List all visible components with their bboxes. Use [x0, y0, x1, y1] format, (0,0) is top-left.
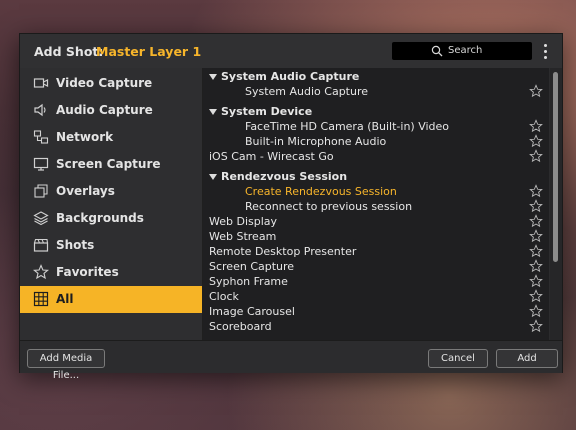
speaker-icon: [34, 103, 46, 117]
list-item[interactable]: Create Rendezvous Session: [203, 184, 549, 200]
favorite-star-icon[interactable]: [529, 184, 543, 198]
network-icon: [33, 130, 49, 144]
sidebar-item-label: Video Capture: [56, 76, 153, 90]
list-item[interactable]: Built-in Microphone Audio: [203, 134, 549, 150]
list-item-label: Web Display: [209, 215, 278, 228]
grid-icon: [33, 291, 49, 307]
list-item[interactable]: Remote Desktop Presenter: [203, 244, 549, 260]
list-item-label: Clock: [209, 290, 239, 303]
sidebar-item-label: Audio Capture: [56, 103, 153, 117]
favorite-star-icon[interactable]: [529, 199, 543, 213]
list-item[interactable]: Scoreboard: [203, 319, 549, 335]
sidebar-item-overlays[interactable]: Overlays: [20, 178, 202, 205]
sidebar-item-all[interactable]: All: [20, 286, 202, 313]
list-item[interactable]: System Audio Capture: [203, 84, 549, 100]
monitor-icon: [33, 157, 49, 171]
sidebar-item-audio-capture[interactable]: Audio Capture: [20, 97, 202, 124]
category-sidebar: Video Capture Audio Capture Network Screen …: [20, 68, 203, 340]
favorite-star-icon[interactable]: [529, 214, 543, 228]
add-media-file-button[interactable]: Add Media File...: [27, 349, 105, 381]
source-list: System Audio Capture System Audio Capture…: [203, 68, 549, 340]
list-item[interactable]: iOS Cam - Wirecast Go: [203, 149, 549, 165]
sidebar-item-backgrounds[interactable]: Backgrounds: [20, 205, 202, 232]
sidebar-item-label: Backgrounds: [56, 211, 144, 225]
group-header-label: System Audio Capture: [221, 70, 360, 83]
star-icon: [33, 264, 49, 280]
list-item[interactable]: Syphon Frame: [203, 274, 549, 290]
sidebar-item-network[interactable]: Network: [20, 124, 202, 151]
scrollbar-thumb[interactable]: [553, 72, 558, 262]
sidebar-item-label: Screen Capture: [56, 157, 161, 171]
list-item[interactable]: Image Carousel: [203, 304, 549, 320]
sidebar-item-favorites[interactable]: Favorites: [20, 259, 202, 286]
list-item[interactable]: Web Stream: [203, 229, 549, 245]
list-item-label: System Audio Capture: [245, 85, 369, 98]
sidebar-item-screen-capture[interactable]: Screen Capture: [20, 151, 202, 178]
search-field[interactable]: Search: [392, 42, 532, 60]
add-button[interactable]: Add: [496, 349, 558, 368]
list-item[interactable]: Web Display: [203, 214, 549, 230]
list-item-label: Syphon Frame: [209, 275, 288, 288]
disclosure-triangle-icon[interactable]: [209, 109, 217, 115]
list-item-label: Screen Capture: [209, 260, 295, 273]
more-options-icon[interactable]: [542, 44, 550, 60]
disclosure-triangle-icon[interactable]: [209, 74, 217, 80]
disclosure-triangle-icon[interactable]: [209, 174, 217, 180]
video-camera-icon: [33, 78, 49, 88]
sidebar-item-label: Shots: [56, 238, 95, 252]
list-item-label: Image Carousel: [209, 305, 295, 318]
layer-name[interactable]: Master Layer 1: [96, 44, 201, 59]
group-header[interactable]: Rendezvous Session: [203, 170, 549, 185]
overlays-icon: [34, 184, 48, 198]
favorite-star-icon[interactable]: [529, 134, 543, 148]
sidebar-item-label: Overlays: [56, 184, 115, 198]
favorite-star-icon[interactable]: [529, 119, 543, 133]
list-item-label: FaceTime HD Camera (Built-in) Video: [245, 120, 450, 133]
list-item-label: Scoreboard: [209, 320, 272, 333]
favorite-star-icon[interactable]: [529, 84, 543, 98]
favorite-star-icon[interactable]: [529, 304, 543, 318]
search-icon: [431, 45, 443, 57]
list-item[interactable]: Screen Capture: [203, 259, 549, 275]
group-header[interactable]: System Audio Capture: [203, 70, 549, 85]
sidebar-item-video-capture[interactable]: Video Capture: [20, 70, 202, 97]
group-header-label: Rendezvous Session: [221, 170, 348, 183]
list-item[interactable]: Clock: [203, 289, 549, 305]
list-scrollbar[interactable]: [550, 68, 562, 340]
favorite-star-icon[interactable]: [529, 259, 543, 273]
dialog-title-label: Add Shot:: [34, 44, 104, 59]
sidebar-item-shots[interactable]: Shots: [20, 232, 202, 259]
favorite-star-icon[interactable]: [529, 149, 543, 163]
sidebar-item-label: Favorites: [56, 265, 119, 279]
dialog-header: Add Shot: Master Layer 1 Search: [20, 34, 562, 68]
group-header-label: System Device: [221, 105, 313, 118]
list-item-label: Web Stream: [209, 230, 277, 243]
favorite-star-icon[interactable]: [529, 319, 543, 333]
list-item-label: Create Rendezvous Session: [245, 185, 397, 198]
add-shot-dialog: Add Shot: Master Layer 1 Search Video Ca…: [19, 33, 563, 381]
group-header[interactable]: System Device: [203, 105, 549, 120]
search-placeholder: Search: [448, 45, 483, 56]
list-item-label: Built-in Microphone Audio: [245, 135, 387, 148]
list-item-label: Remote Desktop Presenter: [209, 245, 357, 258]
list-item-label: Reconnect to previous session: [245, 200, 413, 213]
cancel-button[interactable]: Cancel: [428, 349, 488, 368]
sidebar-item-label: Network: [56, 130, 114, 144]
favorite-star-icon[interactable]: [529, 274, 543, 288]
sidebar-item-label: All: [56, 292, 74, 306]
dialog-footer: Add Media File... Cancel Add: [20, 340, 562, 381]
list-item[interactable]: FaceTime HD Camera (Built-in) Video: [203, 119, 549, 135]
layers-icon: [33, 211, 49, 226]
favorite-star-icon[interactable]: [529, 244, 543, 258]
list-item[interactable]: Reconnect to previous session: [203, 199, 549, 215]
favorite-star-icon[interactable]: [529, 229, 543, 243]
favorite-star-icon[interactable]: [529, 289, 543, 303]
clapperboard-icon: [33, 238, 49, 252]
list-item-label: iOS Cam - Wirecast Go: [209, 150, 334, 163]
